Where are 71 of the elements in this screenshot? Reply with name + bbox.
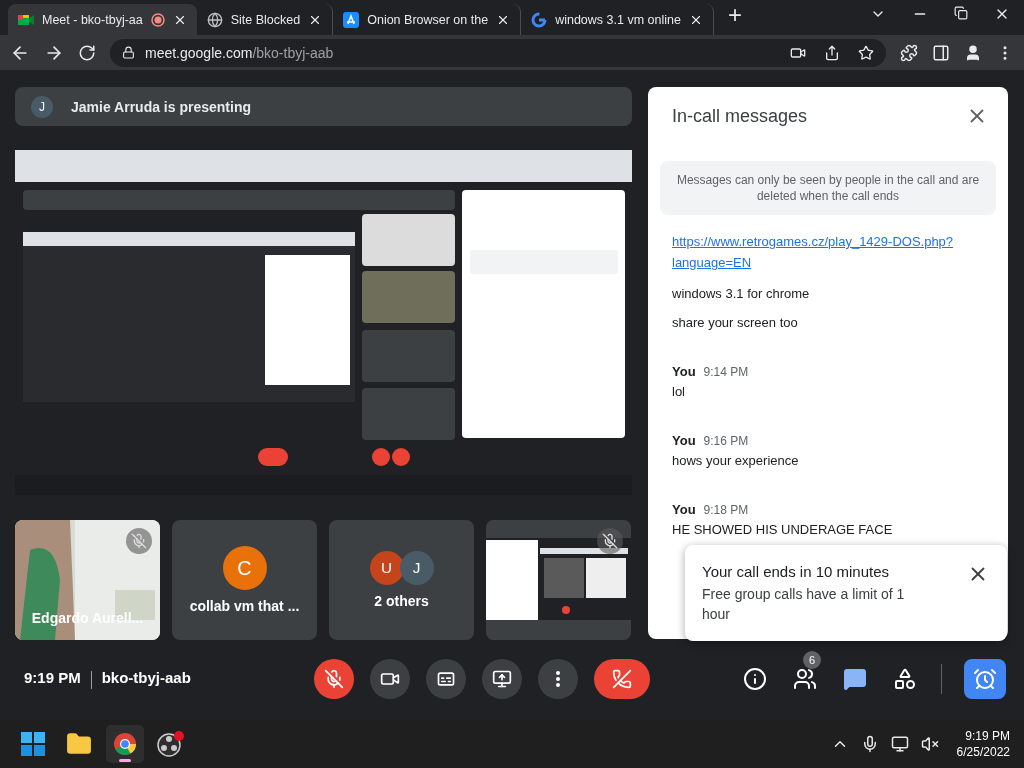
- message-time: 9:16 PM: [703, 434, 749, 448]
- count-badge: 6: [803, 651, 821, 669]
- message-time: 9:14 PM: [703, 365, 749, 379]
- message-sender: You: [672, 364, 696, 379]
- tab-title: windows 3.1 vm online: [555, 12, 681, 27]
- timer-button[interactable]: [964, 659, 1006, 699]
- meeting-info: 9:19 PM bko-tbyj-aab: [24, 669, 192, 689]
- address-bar[interactable]: meet.google.com/bko-tbyj-aab: [110, 38, 886, 67]
- timer-icon: [973, 667, 997, 691]
- captions-icon: [436, 669, 456, 689]
- restore-icon[interactable]: [954, 5, 968, 20]
- microphone-off-icon: [324, 669, 344, 689]
- extensions-icon[interactable]: [900, 43, 918, 62]
- folder-icon: [66, 731, 92, 757]
- chat-notice: Messages can only be seen by people in the call and are deleted when the call ends: [660, 161, 996, 215]
- camera-button[interactable]: [370, 659, 410, 699]
- star-icon[interactable]: [858, 44, 874, 61]
- avatar: J: [399, 551, 434, 585]
- message-time: 9:18 PM: [703, 503, 749, 517]
- avatar: U: [369, 551, 404, 585]
- info-icon: [743, 667, 767, 691]
- more-button[interactable]: [538, 659, 578, 699]
- toast-title: Your call ends in 10 minutes: [702, 563, 891, 580]
- chrome-icon: [113, 732, 137, 756]
- leave-call-button[interactable]: [594, 659, 650, 699]
- tab-title: Meet - bko-tbyj-aa: [42, 12, 143, 27]
- share-icon[interactable]: [824, 44, 840, 61]
- avatar: J: [31, 95, 53, 118]
- participant-name: 2 others: [374, 593, 429, 609]
- meet-icon: [18, 12, 34, 27]
- message-text: windows 3.1 for chrome: [672, 285, 811, 302]
- phone-icon: [612, 669, 632, 689]
- profile-icon[interactable]: [964, 43, 982, 62]
- panel-title: In-call messages: [672, 105, 808, 127]
- message-sender: You: [672, 502, 696, 517]
- clock-date: 6/25/2022: [956, 745, 1010, 759]
- url-text: meet.google.com/bko-tbyj-aab: [145, 44, 334, 61]
- info-button[interactable]: [741, 665, 769, 693]
- browser-tab[interactable]: Meet - bko-tbyj-aa: [8, 4, 197, 35]
- message-text: lol: [672, 383, 686, 400]
- side-panel-icon[interactable]: [932, 43, 950, 62]
- google-icon: [531, 11, 548, 28]
- message-text: share your screen too: [672, 314, 799, 331]
- message-text: hows your experience: [672, 452, 800, 469]
- microphone-button[interactable]: [314, 659, 354, 699]
- tab-title: Site Blocked: [230, 12, 301, 27]
- reload-icon[interactable]: [78, 43, 96, 62]
- new-tab-button[interactable]: +: [713, 1, 756, 35]
- message-link[interactable]: https://www.retrogames.cz/play_1429-DOS.php?language=EN: [672, 231, 962, 273]
- present-screen-icon: [492, 669, 512, 689]
- taskbar-app[interactable]: [106, 725, 144, 763]
- present-button[interactable]: [482, 659, 522, 699]
- captions-button[interactable]: [426, 659, 466, 699]
- message-text: HE SHOWED HIS UNDERAGE FACE: [672, 521, 894, 538]
- globe-icon: [206, 11, 223, 28]
- mute-icon[interactable]: [920, 735, 939, 753]
- lock-icon: [122, 46, 135, 59]
- obs-icon: [157, 731, 185, 757]
- presenting-text: Jamie Arruda is presenting: [71, 98, 251, 115]
- avatar: C: [222, 546, 267, 590]
- activities-icon: [893, 667, 917, 691]
- more-icon: [556, 671, 560, 687]
- message-sender: You: [672, 433, 696, 448]
- windows-icon: [21, 732, 45, 756]
- toast-body: Free group calls have a limit of 1 hour: [702, 585, 906, 624]
- participant-name: collab vm that ...: [189, 598, 300, 614]
- people-icon: [793, 667, 817, 691]
- clock-time: 9:19 PM: [965, 729, 1010, 743]
- chat-icon: [843, 667, 867, 691]
- app-store-icon: [343, 11, 360, 28]
- tab-title: Onion Browser on the: [367, 12, 489, 27]
